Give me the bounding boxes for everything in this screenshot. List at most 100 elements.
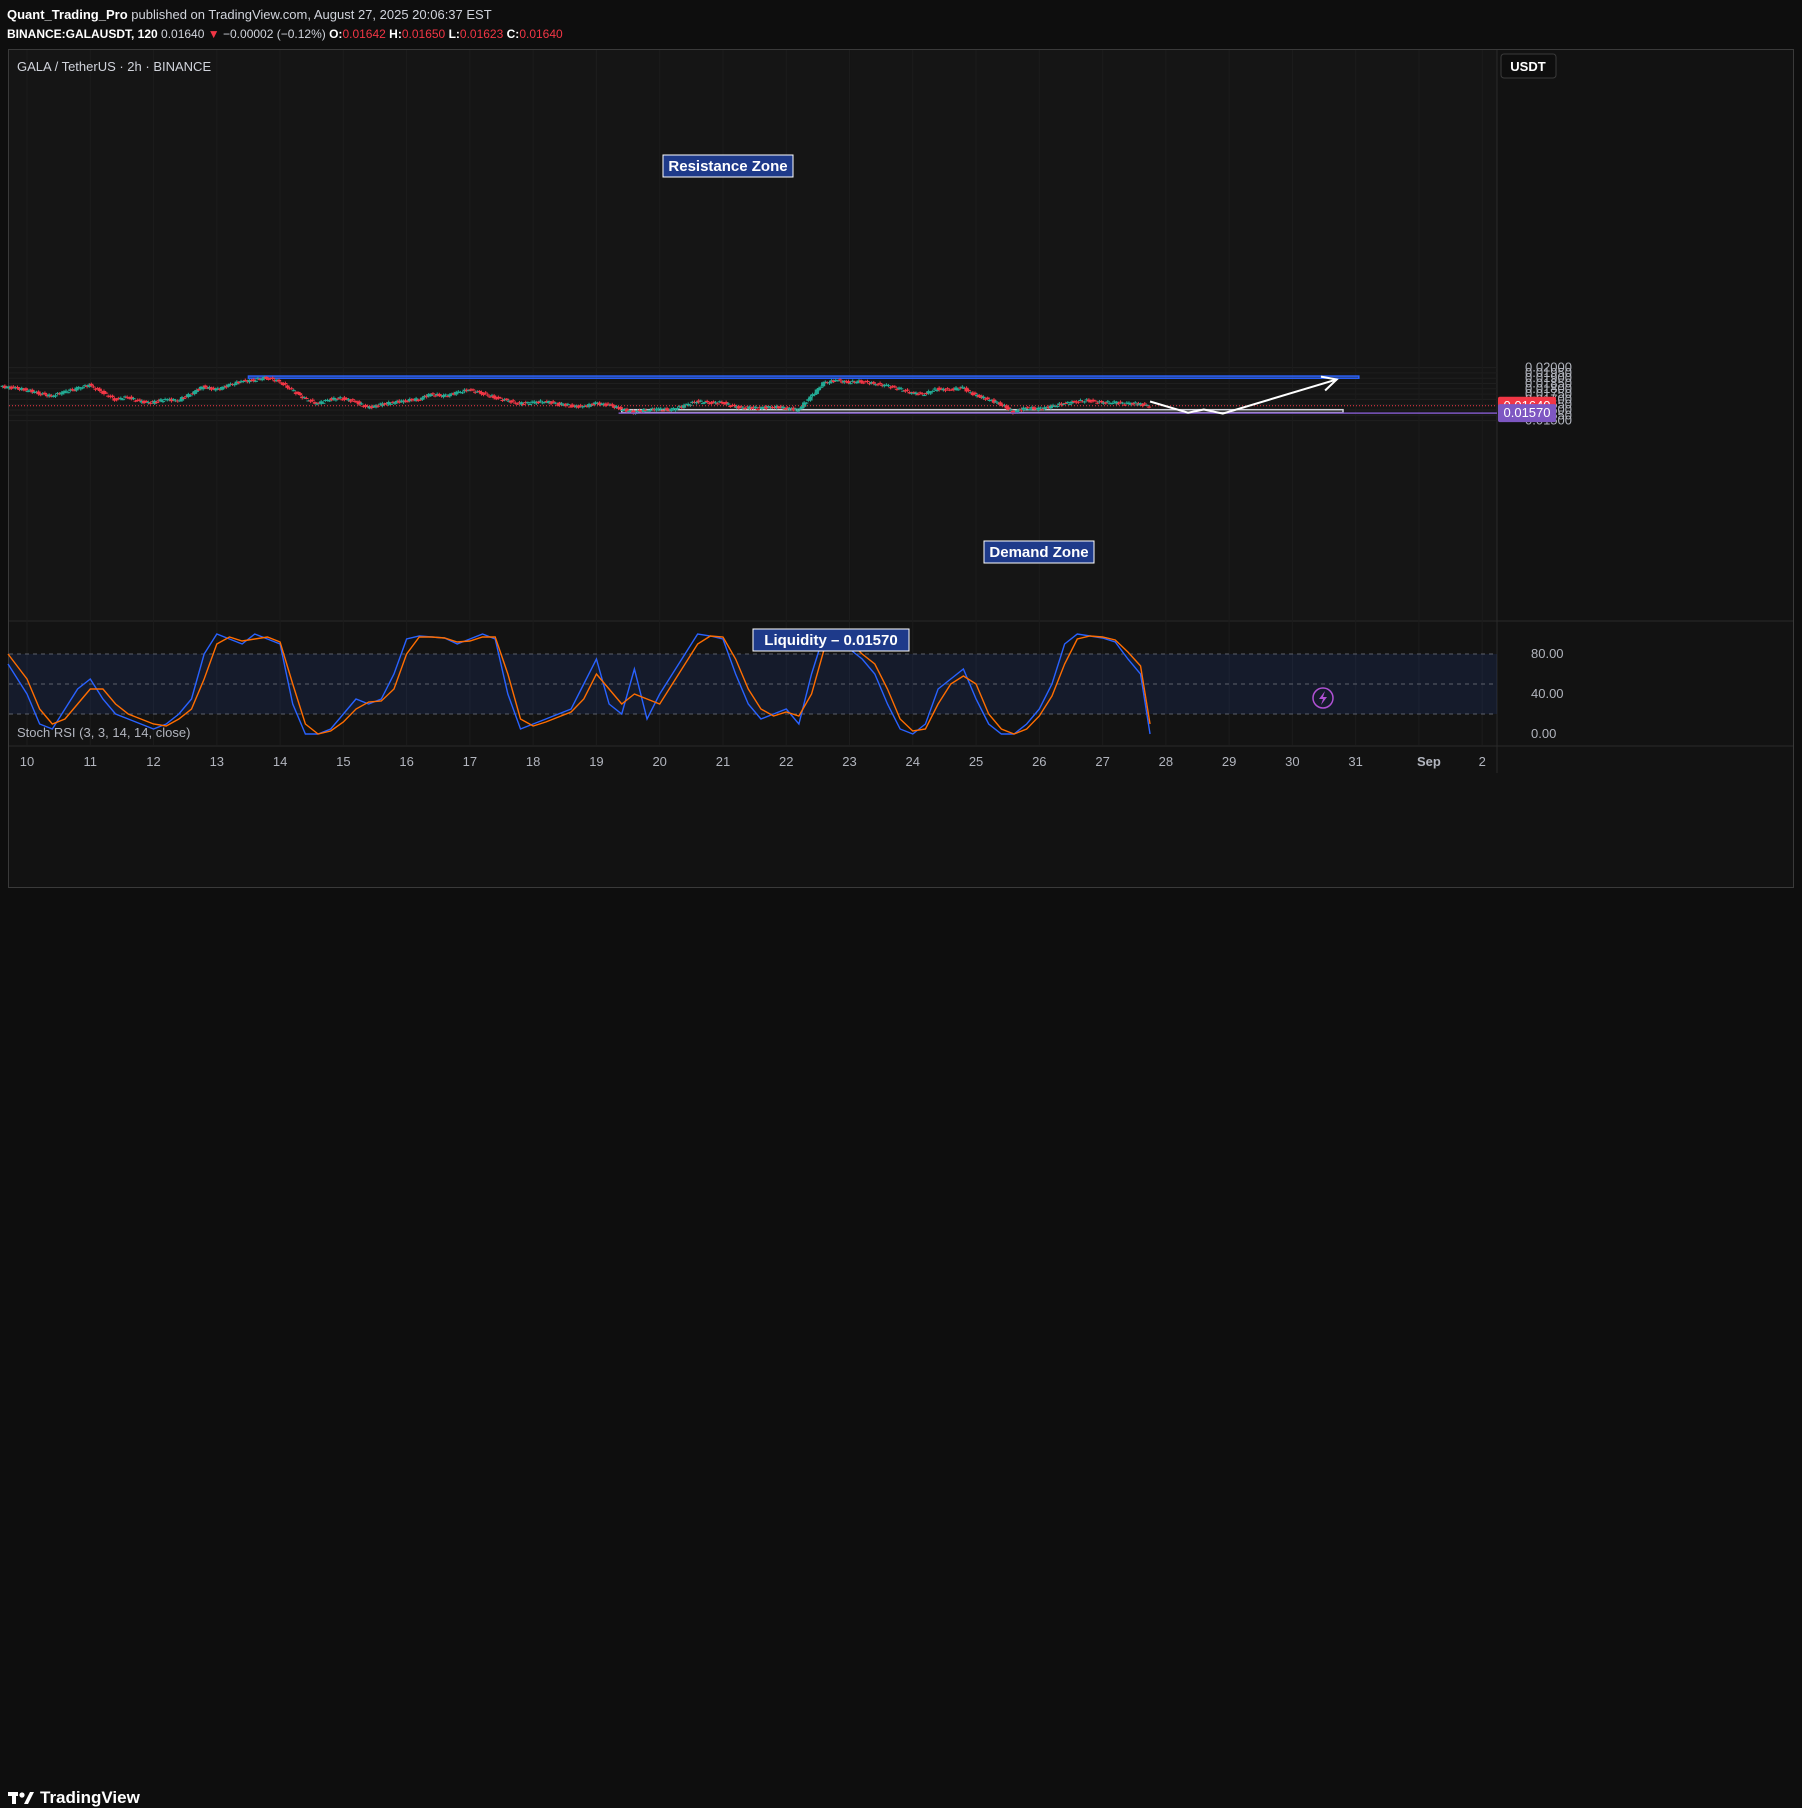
candle[interactable]	[304, 397, 309, 399]
candle[interactable]	[945, 388, 950, 390]
candle[interactable]	[432, 395, 438, 397]
candle[interactable]	[928, 392, 933, 394]
candle[interactable]	[905, 389, 910, 391]
candle[interactable]	[70, 389, 75, 391]
candle[interactable]	[705, 400, 710, 402]
candle[interactable]	[930, 390, 935, 392]
candle[interactable]	[15, 387, 20, 389]
candle[interactable]	[681, 405, 687, 408]
candle[interactable]	[91, 386, 96, 388]
candle[interactable]	[536, 401, 541, 404]
candle[interactable]	[1076, 401, 1081, 403]
candle[interactable]	[793, 408, 798, 410]
candle[interactable]	[726, 403, 731, 405]
candle[interactable]	[920, 393, 925, 395]
candle[interactable]	[504, 398, 509, 401]
candle[interactable]	[1040, 409, 1045, 411]
candle[interactable]	[1008, 409, 1013, 411]
candle[interactable]	[314, 403, 320, 405]
candle[interactable]	[1116, 403, 1121, 405]
candle[interactable]	[985, 397, 990, 400]
candle[interactable]	[972, 392, 978, 395]
candle[interactable]	[620, 409, 625, 411]
candle[interactable]	[333, 399, 339, 401]
candle[interactable]	[1038, 407, 1043, 409]
candle[interactable]	[338, 397, 343, 399]
candle[interactable]	[871, 382, 876, 384]
candle[interactable]	[171, 399, 176, 401]
candle[interactable]	[1067, 403, 1073, 405]
candle[interactable]	[1103, 402, 1108, 404]
candle[interactable]	[732, 404, 737, 407]
candle[interactable]	[743, 408, 748, 410]
candle[interactable]	[241, 381, 246, 383]
candle[interactable]	[1122, 404, 1127, 406]
candle[interactable]	[605, 403, 611, 405]
candle[interactable]	[498, 397, 503, 399]
candle[interactable]	[818, 386, 824, 388]
candle[interactable]	[430, 393, 436, 395]
candle[interactable]	[103, 392, 109, 394]
candle[interactable]	[700, 403, 706, 405]
candle[interactable]	[53, 395, 58, 397]
candle[interactable]	[1088, 401, 1094, 403]
candle[interactable]	[538, 400, 543, 402]
candle[interactable]	[1015, 410, 1020, 413]
candle[interactable]	[675, 407, 680, 410]
candle[interactable]	[548, 402, 554, 404]
candle[interactable]	[38, 394, 43, 396]
candle[interactable]	[25, 391, 31, 393]
candle[interactable]	[673, 409, 678, 411]
candle[interactable]	[120, 399, 126, 401]
candle[interactable]	[460, 392, 465, 394]
candle[interactable]	[1109, 402, 1115, 404]
candle[interactable]	[894, 388, 900, 390]
candle[interactable]	[755, 409, 760, 411]
candle[interactable]	[160, 401, 166, 403]
candle[interactable]	[253, 380, 258, 382]
candle[interactable]	[521, 404, 526, 406]
candle[interactable]	[886, 385, 891, 387]
candle[interactable]	[559, 403, 564, 405]
candle[interactable]	[711, 401, 716, 403]
candle[interactable]	[808, 396, 813, 401]
candle[interactable]	[1095, 402, 1100, 404]
candle[interactable]	[660, 410, 665, 412]
currency-button[interactable]: USDT	[1510, 59, 1545, 74]
candle[interactable]	[648, 409, 653, 411]
candle[interactable]	[481, 393, 486, 395]
candle[interactable]	[981, 396, 986, 399]
candle[interactable]	[888, 387, 893, 389]
candle[interactable]	[922, 395, 927, 397]
candle[interactable]	[918, 392, 923, 394]
candle[interactable]	[932, 388, 938, 390]
candle[interactable]	[1065, 401, 1070, 403]
candle[interactable]	[392, 402, 398, 404]
candle[interactable]	[698, 400, 703, 402]
candle[interactable]	[515, 403, 520, 405]
candle[interactable]	[1105, 401, 1110, 403]
candle[interactable]	[1140, 404, 1145, 406]
candle[interactable]	[154, 402, 159, 404]
candle[interactable]	[998, 402, 1003, 405]
candle[interactable]	[388, 403, 393, 405]
candle[interactable]	[485, 394, 490, 396]
candle[interactable]	[110, 395, 115, 398]
candle[interactable]	[848, 383, 853, 385]
candle[interactable]	[960, 386, 965, 388]
candle[interactable]	[846, 381, 851, 384]
candle[interactable]	[804, 402, 809, 404]
candle[interactable]	[182, 397, 187, 399]
candle[interactable]	[821, 382, 826, 387]
candle[interactable]	[915, 394, 921, 396]
candle[interactable]	[11, 386, 16, 388]
candle[interactable]	[114, 399, 119, 401]
candle[interactable]	[1120, 402, 1125, 404]
candle[interactable]	[443, 394, 448, 396]
candle[interactable]	[148, 402, 153, 404]
candle[interactable]	[283, 382, 288, 385]
candle[interactable]	[196, 389, 201, 391]
candle[interactable]	[158, 399, 164, 402]
candle[interactable]	[420, 397, 425, 400]
candle[interactable]	[23, 388, 29, 391]
